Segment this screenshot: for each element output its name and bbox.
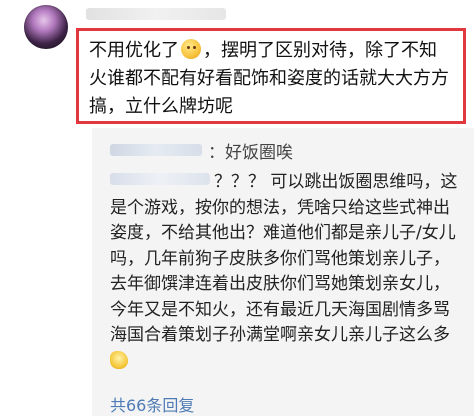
laugh-emoji-icon bbox=[110, 350, 128, 369]
reply-panel: ：好饭圈唉 ？？？ 可以跳出饭圈思维吗，这是个游戏，按你的想法，凭啥只给这些式神… bbox=[92, 128, 474, 416]
reply-count-link[interactable]: 共66条回复 bbox=[110, 392, 194, 416]
comment-text: 不用优化了 ，摆明了区别对待，除了不知火谁都不配有好看配饰和姿度的话就大大方方搞，… bbox=[89, 37, 453, 121]
avatar[interactable] bbox=[24, 5, 68, 49]
highlighted-comment: 不用优化了 ，摆明了区别对待，除了不知火谁都不配有好看配饰和姿度的话就大大方方搞，… bbox=[76, 28, 466, 124]
blurred-reply-username[interactable] bbox=[110, 144, 202, 156]
comment-text-part1: 不用优化了 bbox=[89, 40, 179, 61]
blurred-username bbox=[86, 8, 226, 20]
reply-body-text: ？？？ 可以跳出饭圈思维吗，这是个游戏，按你的想法，凭啥只给这些式神出姿度，不给… bbox=[110, 172, 458, 345]
reply-header-text: ：好饭圈唉 bbox=[208, 143, 293, 163]
blurred-mention[interactable] bbox=[110, 173, 210, 185]
reply-header: ：好饭圈唉 bbox=[110, 138, 293, 163]
grimace-emoji-icon bbox=[181, 39, 201, 59]
reply-body: ？？？ 可以跳出饭圈思维吗，这是个游戏，按你的想法，凭啥只给这些式神出姿度，不给… bbox=[110, 170, 460, 374]
